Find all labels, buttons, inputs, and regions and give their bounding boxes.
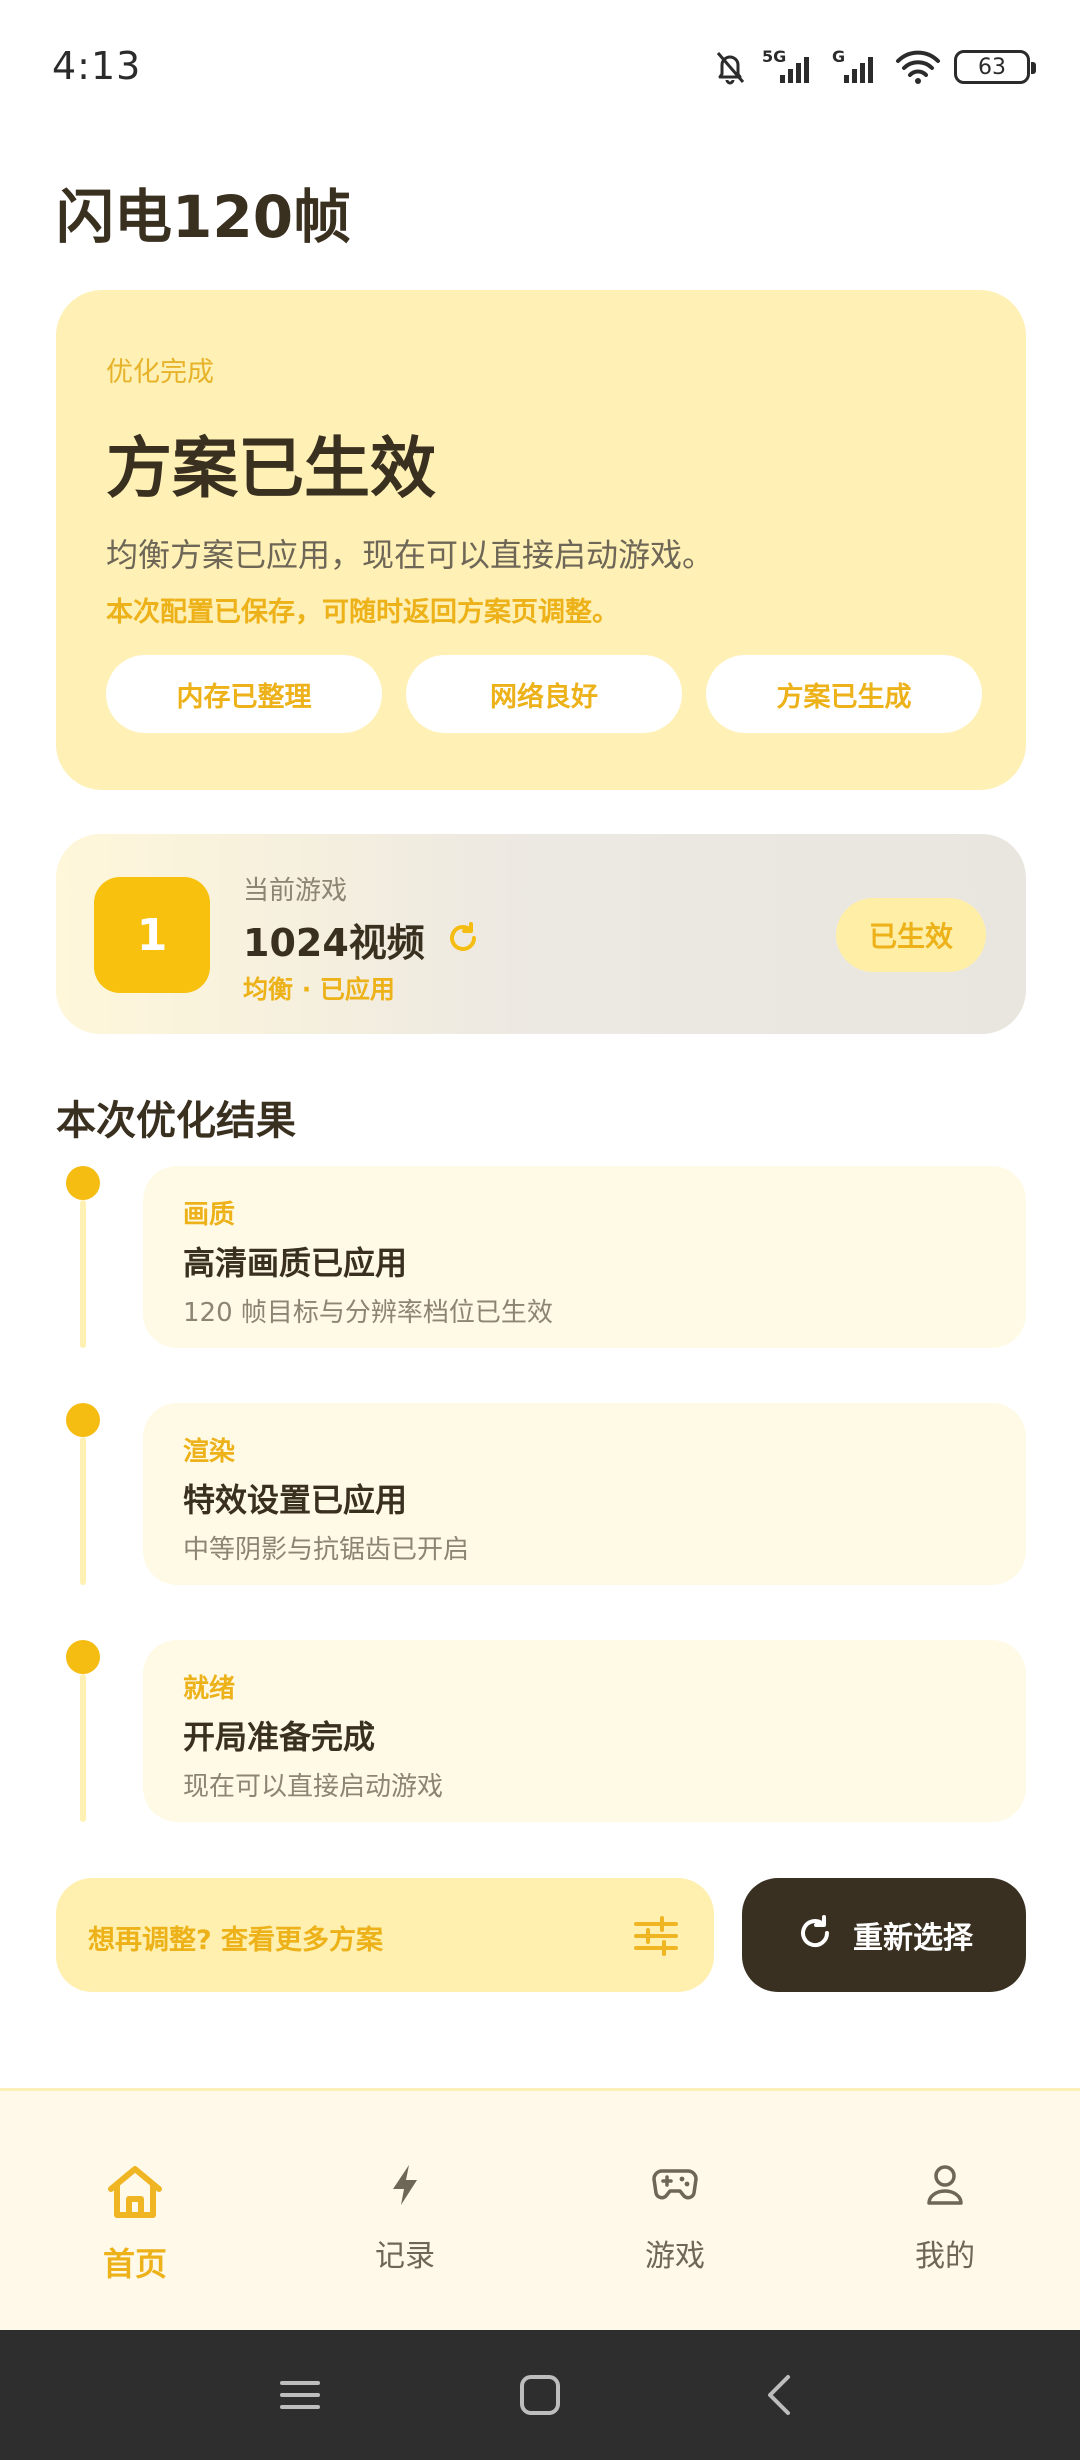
result-tag: 渲染 bbox=[183, 1437, 236, 1467]
reselect-label: 重新选择 bbox=[853, 1921, 973, 1956]
gamepad-icon bbox=[540, 2163, 810, 2203]
menu-icon[interactable] bbox=[260, 2360, 340, 2430]
chip-plan: 方案已生成 bbox=[706, 655, 982, 733]
mute-icon bbox=[710, 47, 750, 87]
result-card: 画质 高清画质已应用 120 帧目标与分辨率档位已生效 bbox=[143, 1166, 1026, 1348]
hero-note: 本次配置已保存，可随时返回方案页调整。 bbox=[106, 597, 619, 628]
home-icon bbox=[0, 2163, 270, 2221]
nav-label: 我的 bbox=[915, 2239, 975, 2274]
page-title: 闪电120帧 bbox=[56, 183, 352, 251]
result-card: 渲染 特效设置已应用 中等阴影与抗锯齿已开启 bbox=[143, 1403, 1026, 1585]
system-nav-bar bbox=[0, 2330, 1080, 2460]
nav-label: 记录 bbox=[375, 2239, 435, 2274]
hero-kicker: 优化完成 bbox=[106, 357, 214, 388]
chip-network: 网络良好 bbox=[406, 655, 682, 733]
status-icons: 5G G 63 bbox=[710, 42, 1036, 92]
hero-heading: 方案已生效 bbox=[106, 430, 436, 507]
timeline-dot bbox=[66, 1166, 100, 1200]
game-name-row: 1024视频 bbox=[243, 912, 481, 967]
timeline-line bbox=[80, 1200, 86, 1348]
bottom-nav: 首页 记录 游戏 我的 bbox=[0, 2088, 1080, 2330]
game-name: 1024视频 bbox=[243, 921, 425, 965]
current-game-label: 当前游戏 bbox=[243, 876, 348, 906]
result-description: 中等阴影与抗锯齿已开启 bbox=[183, 1535, 470, 1565]
reselect-button[interactable]: 重新选择 bbox=[742, 1878, 1026, 1992]
nav-label: 游戏 bbox=[645, 2239, 705, 2274]
lightning-icon bbox=[270, 2163, 540, 2207]
refresh-icon bbox=[795, 1913, 835, 1957]
result-item: 就绪 开局准备完成 现在可以直接启动游戏 bbox=[56, 1640, 1026, 1830]
battery-level: 63 bbox=[978, 54, 1006, 80]
status-bar: 4:13 5G G 63 bbox=[0, 0, 1080, 130]
nav-item-games[interactable]: 游戏 bbox=[540, 2091, 810, 2333]
sliders-icon bbox=[634, 1916, 678, 1960]
game-badge: 1 bbox=[94, 877, 210, 993]
hero-card: 优化完成 方案已生效 均衡方案已应用，现在可以直接启动游戏。 本次配置已保存，可… bbox=[56, 290, 1026, 790]
nav-label: 首页 bbox=[102, 2245, 167, 2283]
results-section-title: 本次优化结果 bbox=[56, 1098, 296, 1144]
network-type-2: G bbox=[832, 47, 846, 66]
signal-g-icon: G bbox=[830, 47, 882, 87]
result-tag: 就绪 bbox=[183, 1674, 236, 1704]
refresh-icon[interactable] bbox=[445, 920, 481, 960]
result-heading: 开局准备完成 bbox=[183, 1718, 376, 1756]
nav-item-records[interactable]: 记录 bbox=[270, 2091, 540, 2333]
home-square-icon[interactable] bbox=[500, 2360, 580, 2430]
current-game-card[interactable]: 1 当前游戏 1024视频 均衡 · 已应用 已生效 bbox=[56, 834, 1026, 1034]
timeline-line bbox=[80, 1674, 86, 1822]
user-icon bbox=[810, 2163, 1080, 2207]
nav-item-home[interactable]: 首页 bbox=[0, 2091, 270, 2333]
status-time: 4:13 bbox=[52, 44, 142, 88]
timeline-dot bbox=[66, 1640, 100, 1674]
nav-item-profile[interactable]: 我的 bbox=[810, 2091, 1080, 2333]
more-plans-label: 想再调整? 查看更多方案 bbox=[88, 1925, 384, 1956]
battery-icon: 63 bbox=[954, 50, 1036, 84]
result-item: 画质 高清画质已应用 120 帧目标与分辨率档位已生效 bbox=[56, 1166, 1026, 1356]
game-status-badge: 已生效 bbox=[836, 898, 986, 972]
hero-chips: 内存已整理 网络良好 方案已生成 bbox=[106, 655, 982, 733]
back-icon[interactable] bbox=[740, 2360, 820, 2430]
signal-5g-icon: 5G bbox=[762, 47, 818, 87]
result-card: 就绪 开局准备完成 现在可以直接启动游戏 bbox=[143, 1640, 1026, 1822]
result-description: 120 帧目标与分辨率档位已生效 bbox=[183, 1298, 553, 1328]
timeline-dot bbox=[66, 1403, 100, 1437]
result-description: 现在可以直接启动游戏 bbox=[183, 1772, 444, 1802]
chip-memory: 内存已整理 bbox=[106, 655, 382, 733]
result-heading: 高清画质已应用 bbox=[183, 1244, 408, 1282]
network-type-1: 5G bbox=[762, 47, 787, 66]
wifi-icon bbox=[894, 47, 942, 87]
result-heading: 特效设置已应用 bbox=[183, 1481, 408, 1519]
result-item: 渲染 特效设置已应用 中等阴影与抗锯齿已开启 bbox=[56, 1403, 1026, 1593]
hero-description: 均衡方案已应用，现在可以直接启动游戏。 bbox=[106, 536, 715, 574]
more-plans-button[interactable]: 想再调整? 查看更多方案 bbox=[56, 1878, 714, 1992]
timeline-line bbox=[80, 1437, 86, 1585]
result-tag: 画质 bbox=[183, 1200, 236, 1230]
game-meta: 均衡 · 已应用 bbox=[243, 975, 395, 1004]
